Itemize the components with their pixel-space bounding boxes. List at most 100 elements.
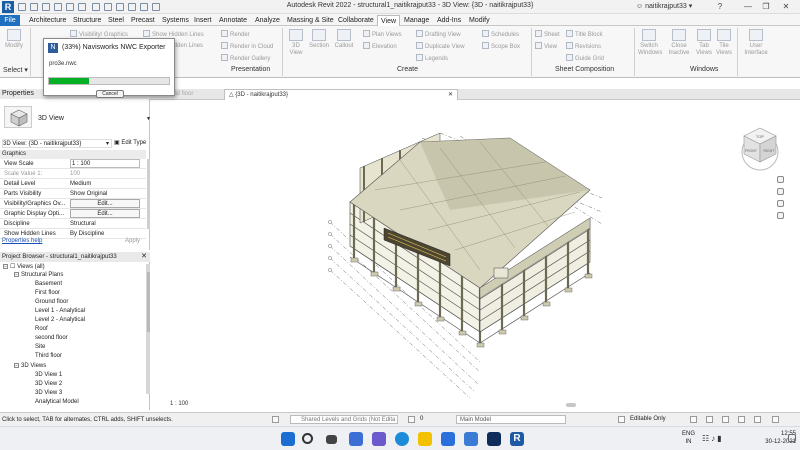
tab-add-ins[interactable]: Add-Ins bbox=[434, 15, 464, 26]
property-row[interactable]: Discipline Structural bbox=[0, 219, 146, 229]
property-row[interactable]: Graphic Display Opti... Edit... bbox=[0, 209, 146, 219]
plan-views-button[interactable]: Plan Views bbox=[363, 30, 402, 38]
editable-only-toggle[interactable]: Editable Only bbox=[630, 416, 666, 422]
tree-item-plan[interactable]: Site bbox=[35, 344, 45, 350]
zoom-icon[interactable] bbox=[777, 188, 784, 195]
horizontal-scrollbar[interactable] bbox=[566, 403, 576, 407]
active-workset[interactable]: Shared Levels and Grids (Not Edita bbox=[290, 415, 398, 424]
measure-icon[interactable] bbox=[92, 3, 100, 11]
search-icon[interactable] bbox=[302, 433, 313, 444]
tree-item-plan[interactable]: First floor bbox=[35, 290, 60, 296]
redo-icon[interactable] bbox=[66, 3, 74, 11]
minimize-button[interactable]: — bbox=[740, 0, 756, 14]
nav-chevron-icon[interactable] bbox=[777, 212, 784, 219]
navisworks-taskbar-icon[interactable] bbox=[487, 432, 501, 446]
graphics-group-header[interactable]: Graphics bbox=[0, 150, 146, 159]
revit-logo-icon[interactable]: R bbox=[2, 1, 14, 13]
tree-item-views-all[interactable]: − ☐ Views (all) bbox=[3, 263, 45, 270]
tree-item-structural-plans[interactable]: − Structural Plans bbox=[14, 272, 63, 278]
teams-chat-icon[interactable] bbox=[372, 432, 386, 446]
render-in-cloud-button[interactable]: Render in Cloud bbox=[221, 42, 273, 50]
tree-item-3d-view[interactable]: 3D View 2 bbox=[35, 381, 62, 387]
elevation-button[interactable]: Elevation bbox=[363, 42, 397, 50]
tab-annotate[interactable]: Annotate bbox=[216, 15, 250, 26]
title-block-button[interactable]: Title Block bbox=[566, 30, 602, 38]
tab-analyze[interactable]: Analyze bbox=[252, 15, 283, 26]
visibility-graphics-button[interactable]: Visibility/ Graphics bbox=[70, 30, 128, 38]
design-option-selector[interactable]: Main Model bbox=[456, 415, 566, 424]
tree-item-3d-view[interactable]: Analytical Model bbox=[35, 399, 79, 405]
revit-taskbar-icon[interactable]: R bbox=[510, 432, 524, 446]
tab-steel[interactable]: Steel bbox=[105, 15, 127, 26]
user-account[interactable]: ☺ naitikrajput33 ▾ bbox=[636, 2, 692, 10]
user-interface-button[interactable]: User Interface bbox=[743, 29, 769, 57]
tab-view[interactable]: View bbox=[377, 15, 401, 26]
tree-item-plan[interactable]: Roof bbox=[35, 326, 48, 332]
tree-item-3d-views[interactable]: −3D Views bbox=[14, 363, 46, 369]
tree-item-plan[interactable]: Level 2 - Analytical bbox=[35, 317, 85, 323]
modify-button[interactable]: Modify bbox=[3, 29, 25, 50]
select-menu[interactable]: Select ▾ bbox=[3, 66, 28, 74]
thin-lines-icon[interactable] bbox=[140, 3, 148, 11]
tab-architecture[interactable]: Architecture bbox=[26, 15, 69, 26]
show-hidden-lines-button[interactable]: Show Hidden Lines bbox=[143, 30, 204, 38]
close-button[interactable]: ✕ bbox=[778, 0, 794, 14]
notification-icon[interactable] bbox=[788, 434, 796, 442]
tab-structure[interactable]: Structure bbox=[70, 15, 104, 26]
view-instance-selector[interactable]: 3D View: {3D - naitikrajput33} ▾ bbox=[2, 139, 112, 148]
tile-views-button[interactable]: Tile Views bbox=[713, 29, 735, 57]
revisions-button[interactable]: Revisions bbox=[566, 42, 601, 50]
tab-modify[interactable]: Modify bbox=[466, 15, 493, 26]
tab-file[interactable]: File bbox=[0, 15, 20, 26]
property-value[interactable]: Structural bbox=[70, 219, 140, 229]
select-links-icon[interactable] bbox=[690, 416, 697, 423]
edge-icon[interactable] bbox=[395, 432, 409, 446]
help-icon[interactable]: ? bbox=[712, 0, 728, 14]
tree-item-plan[interactable]: Third floor bbox=[35, 353, 62, 359]
close-hidden-icon[interactable] bbox=[152, 3, 160, 11]
tree-item-3d-view[interactable]: 3D View 3 bbox=[35, 390, 62, 396]
schedules-button[interactable]: Schedules bbox=[482, 30, 519, 38]
help-icon[interactable] bbox=[272, 416, 279, 423]
edit-button[interactable]: Edit... bbox=[70, 199, 140, 208]
apply-button[interactable]: Apply bbox=[125, 238, 140, 244]
file-explorer-icon[interactable] bbox=[418, 432, 432, 446]
scrollbar-thumb[interactable] bbox=[147, 272, 150, 332]
tab-massing-site[interactable]: Massing & Site bbox=[284, 15, 337, 26]
select-underlay-icon[interactable] bbox=[706, 416, 713, 423]
close-icon[interactable]: ✕ bbox=[141, 252, 147, 262]
property-value[interactable]: Medium bbox=[70, 179, 140, 189]
close-inactive-button[interactable]: Close Inactive bbox=[668, 29, 690, 57]
guide-grid-button[interactable]: Guide Grid bbox=[566, 54, 604, 62]
tree-item-plan[interactable]: Basement bbox=[35, 281, 62, 287]
zoom-extents-icon[interactable] bbox=[777, 200, 784, 207]
3d-view-button[interactable]: 3D View bbox=[285, 29, 307, 57]
undo-icon[interactable] bbox=[54, 3, 62, 11]
tag-icon[interactable] bbox=[104, 3, 112, 11]
scope-box-button[interactable]: Scope Box bbox=[482, 42, 520, 50]
cancel-button[interactable]: Cancel bbox=[96, 90, 124, 98]
properties-scrollbar[interactable] bbox=[147, 159, 150, 229]
legends-button[interactable]: Legends bbox=[416, 54, 448, 62]
windows-start-icon[interactable] bbox=[281, 432, 295, 446]
section-button[interactable]: Section bbox=[308, 29, 330, 50]
properties-help-link[interactable]: Properties help bbox=[2, 238, 42, 244]
edit-button[interactable]: Edit... bbox=[70, 209, 140, 218]
3d-view-icon[interactable] bbox=[116, 3, 124, 11]
callout-button[interactable]: Callout bbox=[333, 29, 355, 50]
tab-3d-view[interactable]: △ {3D - naitikrajput33} ✕ bbox=[224, 89, 458, 100]
tree-item-plan[interactable]: second floor bbox=[35, 335, 68, 341]
select-by-face-icon[interactable] bbox=[738, 416, 745, 423]
visibility-icon[interactable] bbox=[408, 416, 415, 423]
filter-count-icon[interactable] bbox=[772, 416, 779, 423]
task-view-icon[interactable] bbox=[326, 435, 337, 444]
tab-insert[interactable]: Insert bbox=[191, 15, 215, 26]
battery-icon[interactable]: ▮ bbox=[717, 434, 723, 443]
drafting-view-button[interactable]: Drafting View bbox=[416, 30, 461, 38]
tab-precast[interactable]: Precast bbox=[128, 15, 158, 26]
property-row[interactable]: Visibility/Graphics Ov... Edit... bbox=[0, 199, 146, 209]
widgets-icon[interactable] bbox=[349, 432, 363, 446]
property-row[interactable]: Parts Visibility Show Original bbox=[0, 189, 146, 199]
tree-item-plan[interactable]: Level 1 - Analytical bbox=[35, 308, 85, 314]
view-scale[interactable]: 1 : 100 bbox=[170, 401, 188, 407]
